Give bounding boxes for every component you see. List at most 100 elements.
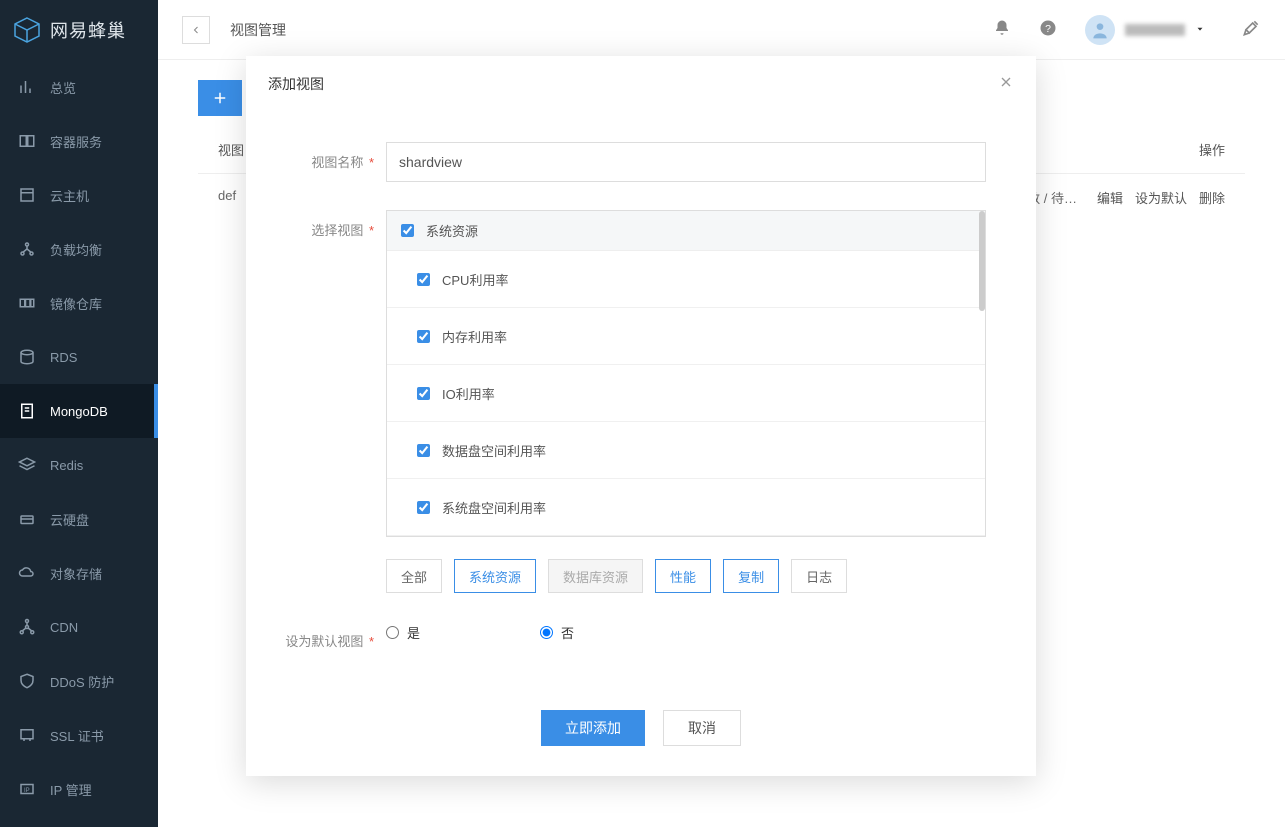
sidebar: 网易蜂巢 总览 容器服务 云主机 负载均衡 镜像仓库 RDS MongoDB R…: [0, 0, 158, 827]
svg-text:?: ?: [1045, 23, 1051, 35]
checkbox-group-system[interactable]: [401, 224, 414, 237]
tree-item-label: IO利用率: [442, 384, 495, 403]
nav-label: SSL 证书: [50, 726, 104, 745]
nav-label: DDoS 防护: [50, 672, 114, 691]
checkbox-io[interactable]: [417, 387, 430, 400]
brand-logo[interactable]: 网易蜂巢: [0, 0, 158, 60]
sidebar-item-mongodb[interactable]: MongoDB: [0, 384, 158, 438]
sidebar-item-ssl[interactable]: SSL 证书: [0, 708, 158, 762]
layers-icon: [18, 456, 36, 474]
tree-item-io[interactable]: IO利用率: [387, 365, 985, 422]
document-icon: [18, 402, 36, 420]
user-menu[interactable]: [1085, 15, 1205, 45]
back-button[interactable]: [182, 16, 210, 44]
sidebar-item-image[interactable]: 镜像仓库: [0, 276, 158, 330]
database-icon: [18, 348, 36, 366]
tools-icon[interactable]: [1241, 18, 1261, 41]
tree-item-cpu[interactable]: CPU利用率: [387, 251, 985, 308]
add-view-button[interactable]: [198, 80, 242, 116]
bell-icon[interactable]: [993, 19, 1011, 40]
nav-label: IP 管理: [50, 780, 92, 799]
nav-label: 负载均衡: [50, 240, 102, 259]
sidebar-item-cdn[interactable]: CDN: [0, 600, 158, 654]
filter-perf[interactable]: 性能: [655, 559, 711, 593]
row-view-name: 视图名称 *: [296, 142, 986, 182]
label-view-name: 视图名称 *: [296, 142, 386, 171]
tree-item-label: 系统盘空间利用率: [442, 498, 546, 517]
sidebar-item-container[interactable]: 容器服务: [0, 114, 158, 168]
sidebar-item-redis[interactable]: Redis: [0, 438, 158, 492]
filter-log[interactable]: 日志: [791, 559, 847, 593]
nav-label: 云硬盘: [50, 510, 89, 529]
tree-group-system[interactable]: 系统资源: [387, 211, 985, 251]
tree-item-label: 内存利用率: [442, 327, 507, 346]
container-icon: [18, 132, 36, 150]
modal-footer: 立即添加 取消: [246, 690, 1036, 776]
sidebar-item-storage[interactable]: 对象存储: [0, 546, 158, 600]
vm-icon: [18, 186, 36, 204]
tree-item-mem[interactable]: 内存利用率: [387, 308, 985, 365]
sidebar-item-overview[interactable]: 总览: [0, 60, 158, 114]
tree-item-data-disk[interactable]: 数据盘空间利用率: [387, 422, 985, 479]
sidebar-item-disk[interactable]: 云硬盘: [0, 492, 158, 546]
filter-system[interactable]: 系统资源: [454, 559, 536, 593]
brand-name: 网易蜂巢: [50, 17, 126, 43]
topbar: 视图管理 ?: [158, 0, 1285, 60]
sidebar-item-rds[interactable]: RDS: [0, 330, 158, 384]
avatar-icon: [1085, 15, 1115, 45]
submit-button[interactable]: 立即添加: [541, 710, 645, 746]
tree-group-label: 系统资源: [426, 221, 478, 240]
tree-item-label: 数据盘空间利用率: [442, 441, 546, 460]
filter-database[interactable]: 数据库资源: [548, 559, 643, 593]
brand-icon: [12, 15, 42, 45]
close-icon[interactable]: [998, 74, 1014, 95]
sidebar-item-vm[interactable]: 云主机: [0, 168, 158, 222]
nav-label: CDN: [50, 620, 78, 635]
ip-icon: IP: [18, 780, 36, 798]
cancel-button[interactable]: 取消: [663, 710, 741, 746]
modal-header: 添加视图: [246, 56, 1036, 112]
modal-title: 添加视图: [268, 74, 324, 94]
radio-yes[interactable]: 是: [386, 623, 420, 642]
disk-icon: [18, 510, 36, 528]
filter-replication[interactable]: 复制: [723, 559, 779, 593]
row-action-set-default[interactable]: 设为默认: [1135, 188, 1187, 207]
sidebar-item-lb[interactable]: 负载均衡: [0, 222, 158, 276]
radio-no-input[interactable]: [540, 626, 553, 639]
nav-label: Redis: [50, 458, 83, 473]
svg-text:IP: IP: [24, 788, 30, 794]
shield-icon: [18, 672, 36, 690]
label-set-default: 设为默认视图 *: [266, 621, 386, 650]
sidebar-item-ddos[interactable]: DDoS 防护: [0, 654, 158, 708]
checkbox-cpu[interactable]: [417, 273, 430, 286]
th-ops: 操作: [1199, 140, 1245, 159]
view-name-input[interactable]: [386, 142, 986, 182]
sidebar-item-ip[interactable]: IP IP 管理: [0, 762, 158, 816]
chevron-down-icon: [1195, 22, 1205, 37]
filter-all[interactable]: 全部: [386, 559, 442, 593]
nav-label: 对象存储: [50, 564, 102, 583]
label-select-view: 选择视图 *: [296, 210, 386, 239]
tree-scrollbar[interactable]: [979, 211, 985, 311]
image-repo-icon: [18, 294, 36, 312]
checkbox-mem[interactable]: [417, 330, 430, 343]
radio-no[interactable]: 否: [540, 623, 574, 642]
row-select-view: 选择视图 * 系统资源 CPU利用率 内存利用率 IO利用率 数据盘空间利用率 …: [296, 210, 986, 593]
row-action-edit[interactable]: 编辑: [1097, 188, 1123, 207]
radio-yes-input[interactable]: [386, 626, 399, 639]
checkbox-sys-disk[interactable]: [417, 501, 430, 514]
user-name-blurred: [1125, 24, 1185, 36]
nav-label: RDS: [50, 350, 77, 365]
metrics-tree: 系统资源 CPU利用率 内存利用率 IO利用率 数据盘空间利用率 系统盘空间利用…: [386, 210, 986, 537]
row-set-default: 设为默认视图 * 是 否: [296, 621, 986, 650]
row-action-delete[interactable]: 删除: [1199, 188, 1225, 207]
nav-list: 总览 容器服务 云主机 负载均衡 镜像仓库 RDS MongoDB Redis …: [0, 60, 158, 827]
checkbox-data-disk[interactable]: [417, 444, 430, 457]
help-icon[interactable]: ?: [1039, 19, 1057, 40]
tree-item-label: CPU利用率: [442, 270, 508, 289]
nav-label: 容器服务: [50, 132, 102, 151]
nav-label: 云主机: [50, 186, 89, 205]
network-icon: [18, 618, 36, 636]
tree-item-sys-disk[interactable]: 系统盘空间利用率: [387, 479, 985, 536]
lb-icon: [18, 240, 36, 258]
